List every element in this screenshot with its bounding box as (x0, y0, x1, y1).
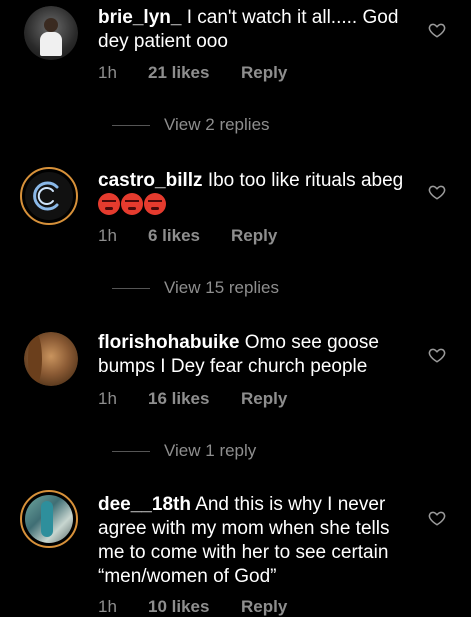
comment-username[interactable]: castro_billz (98, 170, 203, 191)
comment-username[interactable]: dee__18th (98, 494, 191, 515)
comment-body: Ibo too like rituals abeg (207, 170, 404, 191)
angry-face-emoji (98, 193, 120, 215)
comment-text: dee__18th And this is why I never agree … (98, 493, 418, 589)
divider-line (112, 124, 150, 126)
comment-username[interactable]: florishohabuike (98, 332, 239, 353)
reply-button[interactable]: Reply (241, 597, 287, 617)
comment-meta: 1h 21 likes Reply (98, 63, 287, 83)
comment-meta: 1h 10 likes Reply (98, 597, 287, 617)
likes-count[interactable]: 16 likes (148, 389, 241, 409)
likes-count[interactable]: 6 likes (148, 226, 231, 246)
reply-button[interactable]: Reply (241, 389, 287, 409)
avatar[interactable] (24, 6, 78, 60)
comment-time: 1h (98, 63, 117, 82)
reply-button[interactable]: Reply (231, 226, 277, 246)
comment-username[interactable]: brie_lyn_ (98, 7, 181, 28)
comment-text: castro_billz Ibo too like rituals abeg (98, 169, 418, 218)
c-logo-icon (33, 181, 59, 211)
avatar[interactable] (20, 167, 78, 225)
view-replies-button[interactable]: View 15 replies (112, 278, 279, 298)
angry-face-emoji (121, 193, 143, 215)
comment-text: brie_lyn_ I can't watch it all..... God … (98, 6, 418, 54)
comment-meta: 1h 6 likes Reply (98, 226, 277, 246)
heart-icon[interactable] (428, 21, 446, 39)
reply-button[interactable]: Reply (241, 63, 287, 83)
heart-icon[interactable] (428, 183, 446, 201)
divider-line (112, 450, 150, 452)
comment-meta: 1h 16 likes Reply (98, 389, 287, 409)
avatar[interactable] (24, 332, 78, 386)
angry-face-emoji (144, 193, 166, 215)
view-replies-label: View 1 reply (164, 441, 257, 460)
avatar[interactable] (20, 490, 78, 548)
view-replies-label: View 15 replies (164, 278, 279, 297)
comment-time: 1h (98, 389, 117, 408)
view-replies-button[interactable]: View 2 replies (112, 115, 270, 135)
comment-time: 1h (98, 226, 117, 245)
likes-count[interactable]: 10 likes (148, 597, 241, 617)
heart-icon[interactable] (428, 346, 446, 364)
divider-line (112, 287, 150, 289)
view-replies-label: View 2 replies (164, 115, 270, 134)
comment-time: 1h (98, 597, 117, 616)
heart-icon[interactable] (428, 509, 446, 527)
view-replies-button[interactable]: View 1 reply (112, 441, 256, 461)
comment-text: florishohabuike Omo see goose bumps I De… (98, 331, 418, 379)
likes-count[interactable]: 21 likes (148, 63, 241, 83)
